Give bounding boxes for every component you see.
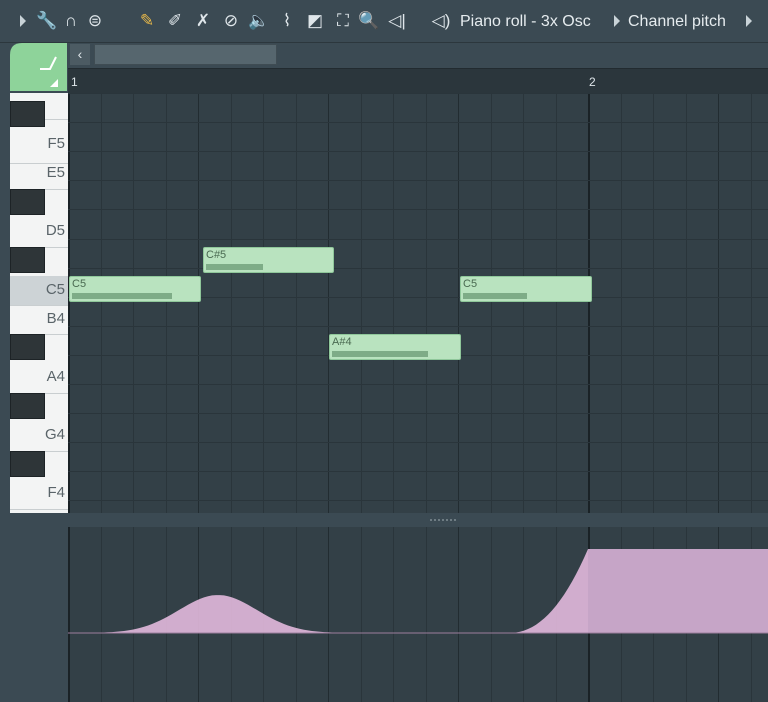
note-velocity — [206, 264, 263, 270]
chevron-right-icon — [614, 15, 620, 27]
pane-divider[interactable] — [68, 514, 768, 526]
note-label: C5 — [463, 278, 478, 290]
divider-grip-icon[interactable] — [430, 519, 456, 523]
select-icon[interactable]: ⛶ — [332, 10, 354, 32]
slice-icon[interactable]: ⌇ — [276, 10, 298, 32]
pitch-automation-curve[interactable] — [68, 527, 768, 702]
left-edge — [0, 93, 10, 702]
note[interactable]: A#4 — [329, 334, 461, 360]
zoom-icon[interactable]: 🔍 — [358, 10, 380, 32]
playback-icon[interactable]: ◁| — [386, 10, 408, 32]
bar-label: 1 — [71, 75, 78, 89]
key-label-d5: D5 — [45, 222, 65, 239]
mute-speaker-icon[interactable]: 🔈 — [248, 10, 270, 32]
note[interactable]: C#5 — [203, 247, 334, 273]
timeline-ruler[interactable]: 1 2 — [68, 68, 768, 93]
note-velocity — [72, 293, 172, 299]
key-label-c5: C5 — [45, 281, 65, 298]
note[interactable]: C5 — [460, 276, 592, 302]
wrench-icon[interactable]: 🔧 — [36, 10, 58, 32]
note-velocity — [463, 293, 527, 299]
slip-icon[interactable]: ◩ — [304, 10, 326, 32]
key-label-g4: G4 — [44, 426, 65, 443]
paint-icon[interactable]: ✐ — [164, 10, 186, 32]
speaker-icon[interactable]: ◁) — [430, 10, 452, 32]
note[interactable]: C5 — [69, 276, 201, 302]
piano-keyboard[interactable]: F5 E5 D5 C5 B4 A4 G4 F4 — [10, 93, 69, 513]
black-key[interactable] — [10, 189, 45, 215]
black-key[interactable] — [10, 101, 45, 127]
black-key[interactable] — [10, 334, 45, 360]
pencil-icon[interactable]: ✎ — [136, 10, 158, 32]
black-key[interactable] — [10, 247, 45, 273]
pitch-automation-flat[interactable] — [588, 549, 768, 633]
menu-arrow-icon[interactable] — [20, 15, 26, 27]
key-label-f5: F5 — [47, 135, 65, 152]
key-label-a4: A4 — [46, 368, 65, 385]
note-label: C#5 — [206, 249, 227, 261]
note-velocity — [332, 351, 428, 357]
note-grid[interactable]: C5 C#5 A#4 C5 — [68, 93, 768, 513]
mute-icon[interactable]: ⊘ — [220, 10, 242, 32]
chevron-right-icon[interactable] — [746, 15, 752, 27]
note-label: A#4 — [332, 336, 352, 348]
piano-roll-title[interactable]: Piano roll - 3x Osc — [460, 11, 591, 33]
black-key[interactable] — [10, 451, 45, 477]
magnet-icon[interactable]: ∩ — [60, 10, 82, 32]
event-editor-lane[interactable] — [68, 527, 768, 702]
delete-icon[interactable]: ✗ — [192, 10, 214, 32]
event-lane-header — [10, 514, 68, 702]
bar-label: 2 — [589, 75, 596, 89]
note-label: C5 — [72, 278, 87, 290]
black-key[interactable] — [10, 393, 45, 419]
key-label-b4: B4 — [46, 310, 65, 327]
key-label-f4: F4 — [47, 484, 65, 501]
piano-roll-toolbar: 🔧 ∩ ⊜ ✎ ✐ ✗ ⊘ 🔈 ⌇ ◩ ⛶ 🔍 ◁| ◁) Piano roll… — [0, 0, 768, 43]
corner-tool-button[interactable] — [10, 43, 67, 91]
scrollbar-thumb[interactable] — [94, 44, 277, 65]
key-label-e5: E5 — [46, 164, 65, 181]
list-icon[interactable]: ⊜ — [84, 10, 106, 32]
target-parameter[interactable]: Channel pitch — [628, 11, 726, 33]
scroll-left-button[interactable]: ‹ — [70, 44, 90, 65]
